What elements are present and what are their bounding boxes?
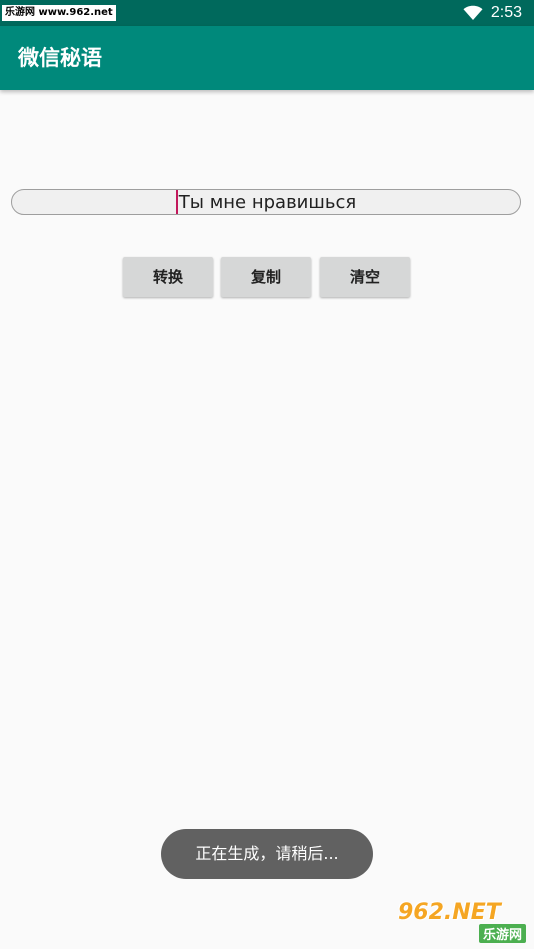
toast-message: 正在生成，请稍后...: [161, 829, 373, 879]
watermark-logo: 962.NET: [398, 900, 501, 925]
text-input-value: Ты мне нравишься: [178, 191, 357, 213]
clock: 2:53: [490, 4, 522, 21]
watermark-label: 乐游网 www.962.net: [2, 5, 116, 21]
site-watermark: 962.NET 乐游网: [398, 900, 528, 944]
clear-button[interactable]: 清空: [320, 257, 410, 297]
text-input[interactable]: Ты мне нравишься: [11, 189, 521, 215]
watermark-sublabel: 乐游网: [478, 924, 526, 943]
text-input-content: Ты мне нравишься: [12, 190, 520, 214]
convert-button[interactable]: 转换: [123, 257, 213, 297]
wifi-icon: [463, 5, 483, 20]
copy-button[interactable]: 复制: [221, 257, 311, 297]
status-bar: 乐游网 www.962.net 2:53: [0, 0, 534, 26]
app-title: 微信秘语: [18, 46, 102, 70]
app-bar: 微信秘语: [0, 26, 534, 90]
status-icons: 2:53: [463, 0, 522, 26]
text-cursor: [175, 190, 178, 214]
